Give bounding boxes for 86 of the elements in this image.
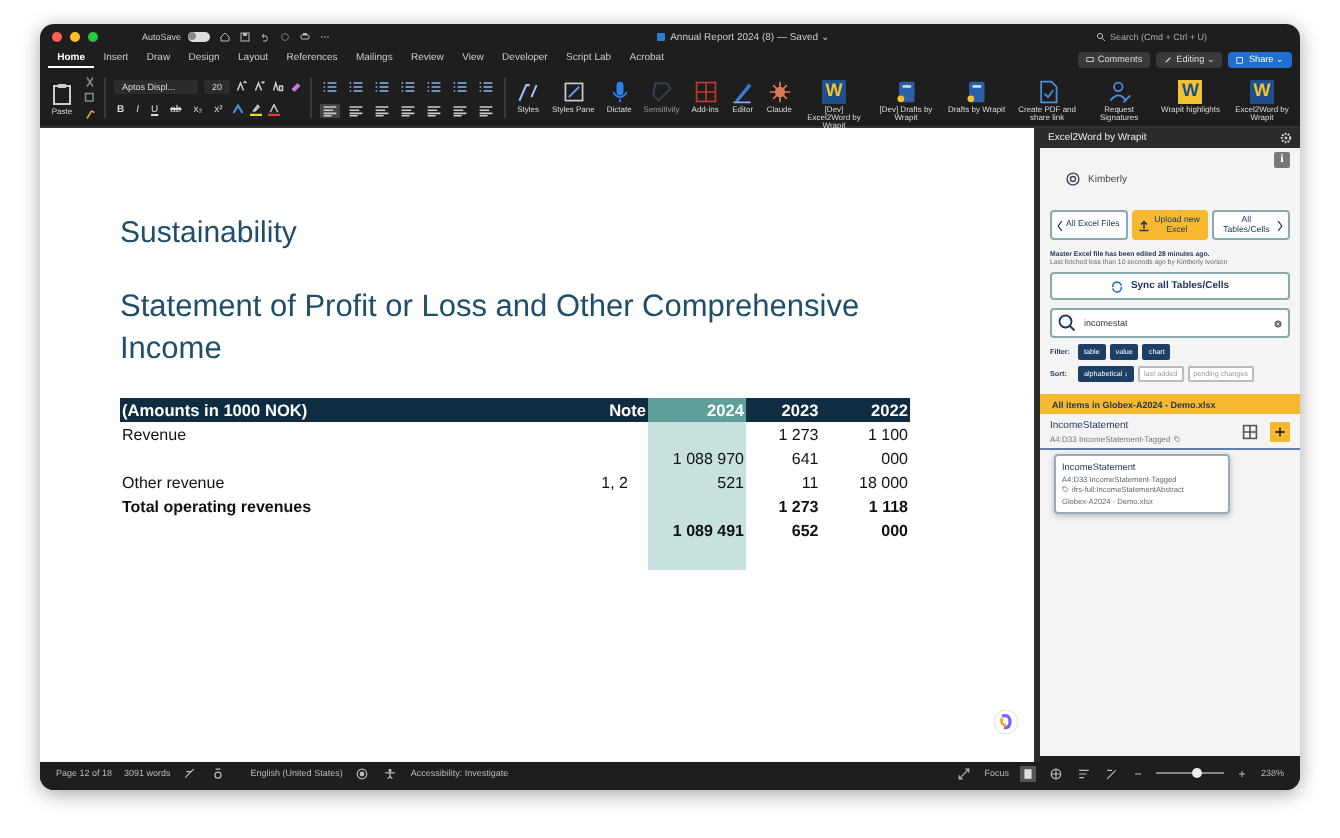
- starburst-icon: [767, 79, 792, 103]
- record-icon[interactable]: [354, 765, 371, 781]
- table-cell: Total operating revenues: [122, 497, 312, 515]
- table-cell: 641: [791, 449, 819, 467]
- document-icon: [893, 79, 918, 103]
- tag-icon: [1173, 435, 1181, 443]
- search-icon: [1096, 31, 1106, 41]
- pen-icon: [730, 79, 755, 103]
- outline-icon[interactable]: [1076, 765, 1093, 781]
- sync-icon: [1110, 279, 1125, 293]
- table-cell: 1 089 491: [672, 521, 744, 539]
- column-header: 2024: [648, 398, 746, 422]
- brush-icon: [516, 79, 541, 103]
- logo-icon: W: [1178, 79, 1203, 103]
- document-icon: [964, 79, 989, 103]
- table-cell: Other revenue: [122, 473, 225, 491]
- undo-icon[interactable]: [259, 31, 270, 41]
- bullets-icon[interactable]: [320, 79, 341, 93]
- table-cell: 1 100: [867, 425, 908, 443]
- file-icon: [1035, 79, 1060, 103]
- column-header: 2022: [820, 398, 910, 422]
- shrink-font-icon[interactable]: [254, 80, 267, 92]
- upload-icon: [1137, 219, 1150, 231]
- cut-icon[interactable]: [84, 76, 96, 88]
- print-layout-icon[interactable]: [1020, 765, 1037, 781]
- table-icon[interactable]: [1242, 424, 1258, 440]
- font-color-icon[interactable]: [267, 104, 280, 116]
- search-icon: [1058, 314, 1076, 332]
- autosave-toggle[interactable]: [187, 31, 210, 41]
- draft-icon[interactable]: [1104, 765, 1121, 781]
- chevron-left-icon: [1056, 219, 1064, 231]
- user-icon: [1066, 172, 1080, 186]
- table-cell: 1 088 970: [672, 449, 744, 467]
- microphone-icon: [607, 79, 632, 103]
- grow-font-icon[interactable]: [236, 80, 249, 92]
- save-icon[interactable]: [239, 31, 250, 41]
- minimize-button[interactable]: [70, 31, 80, 41]
- tag-icon: [1062, 486, 1069, 494]
- copy-icon[interactable]: [84, 92, 96, 104]
- close-button[interactable]: [52, 31, 62, 41]
- chevron-right-icon: [1276, 219, 1285, 231]
- column-header: (Amounts in 1000 NOK): [120, 398, 544, 422]
- change-case-icon[interactable]: [272, 80, 285, 92]
- eraser-icon[interactable]: [290, 80, 303, 92]
- column-header: 2023: [746, 398, 821, 422]
- table-cell: 652: [791, 521, 819, 539]
- highlighter-icon[interactable]: [249, 104, 262, 116]
- align-left-icon[interactable]: [320, 103, 341, 117]
- panel-icon: [561, 79, 586, 103]
- clear-icon[interactable]: [1274, 319, 1282, 327]
- insert-button[interactable]: [1270, 422, 1290, 442]
- globe-icon[interactable]: [1048, 765, 1065, 781]
- section-heading: Sustainability: [120, 216, 299, 250]
- table-cell: 000: [881, 449, 908, 467]
- logo-icon: W: [821, 79, 846, 103]
- table-cell: 1 118: [868, 497, 908, 515]
- maximize-button[interactable]: [88, 31, 98, 41]
- numbering-icon[interactable]: [346, 79, 367, 93]
- table-cell: 18 000: [859, 473, 908, 491]
- table-cell: Revenue: [122, 425, 187, 443]
- table-cell: 11: [801, 473, 819, 491]
- person-icon: [1107, 79, 1132, 103]
- table-cell: 1, 2: [601, 473, 628, 491]
- table-cell: 521: [717, 473, 744, 491]
- label-icon: [649, 79, 674, 103]
- table-cell: 1 273: [778, 497, 819, 515]
- share-icon: [1236, 55, 1245, 63]
- home-icon[interactable]: [219, 31, 230, 41]
- document-icon: [656, 31, 667, 41]
- table-cell: 000: [881, 521, 908, 539]
- logo-icon: W: [1250, 79, 1274, 103]
- settings-icon[interactable]: [1280, 132, 1292, 144]
- assistant-icon[interactable]: [994, 710, 1018, 734]
- comment-icon: [1085, 55, 1094, 63]
- column-header: Note: [544, 398, 648, 422]
- grid-icon: [693, 79, 718, 103]
- text-effects-icon[interactable]: [231, 104, 244, 116]
- document-title: Statement of Profit or Loss and Other Comprehensive Income: [120, 288, 862, 370]
- accessibility-icon[interactable]: [382, 765, 399, 781]
- zoom-out-icon[interactable]: [1132, 767, 1145, 779]
- table-cell: 1 273: [778, 425, 819, 443]
- focus-icon[interactable]: [956, 765, 973, 781]
- pencil-icon: [1164, 55, 1173, 63]
- print-icon[interactable]: [299, 31, 310, 41]
- zoom-in-icon[interactable]: [1236, 767, 1249, 779]
- brush-icon[interactable]: [84, 108, 96, 120]
